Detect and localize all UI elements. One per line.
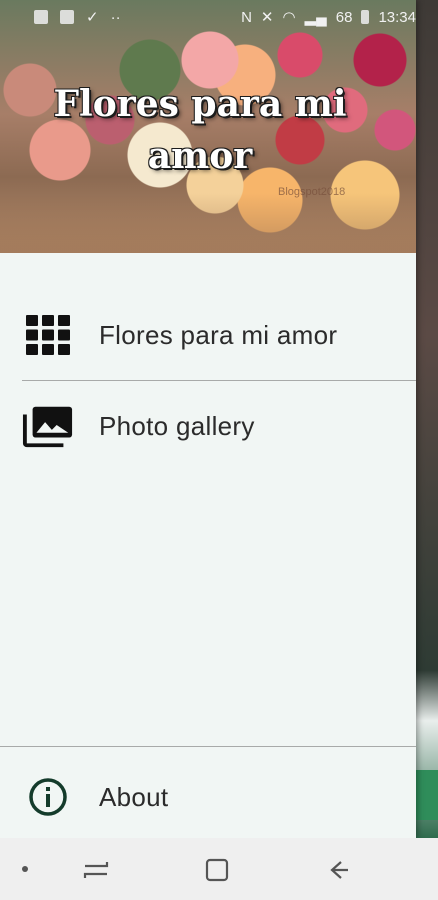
background-app-button <box>416 770 438 820</box>
wifi-icon: ◠ <box>282 9 296 26</box>
menu-item-label: Photo gallery <box>99 410 255 441</box>
drawer-header-image: Flores para mi amor Blogspot2018 <box>0 0 416 253</box>
drawer-header-title: Flores para mi amor <box>53 83 347 177</box>
menu-item-about[interactable]: About <box>0 752 416 842</box>
menu-item-label: Flores para mi amor <box>99 319 338 350</box>
photo-gallery-icon <box>22 405 74 448</box>
mute-icon: ✕ <box>260 9 274 26</box>
navigation-drawer: Flores para mi amor Blogspot2018 Flores … <box>0 0 416 838</box>
footer-divider <box>0 746 416 747</box>
nfc-icon: N <box>241 8 252 26</box>
grid-icon <box>22 314 74 356</box>
background-app-content <box>416 0 438 838</box>
menu-item-photo-gallery[interactable]: Photo gallery <box>0 381 416 471</box>
more-notifications-icon: ·· <box>110 8 121 26</box>
header-watermark: Blogspot2018 <box>278 186 346 198</box>
info-icon <box>22 776 74 818</box>
nav-indicator-dot <box>22 866 28 872</box>
status-time: 13:34 <box>378 8 416 26</box>
battery-icon <box>361 10 370 24</box>
back-icon[interactable] <box>323 854 355 886</box>
dropbox-icon <box>60 10 74 24</box>
menu-item-flores[interactable]: Flores para mi amor <box>0 290 416 380</box>
battery-percent: 68 <box>335 8 353 26</box>
home-icon[interactable] <box>201 854 233 886</box>
signal-icon: ▂▄ <box>304 9 327 26</box>
image-notification-icon <box>34 10 48 24</box>
recent-apps-icon[interactable] <box>80 854 112 886</box>
system-navigation-bar <box>0 838 438 900</box>
status-bar: ✓ ·· N ✕ ◠ ▂▄ 68 13:34 <box>0 0 438 34</box>
menu-item-label: About <box>99 781 169 812</box>
checkmark-icon: ✓ <box>86 9 99 26</box>
